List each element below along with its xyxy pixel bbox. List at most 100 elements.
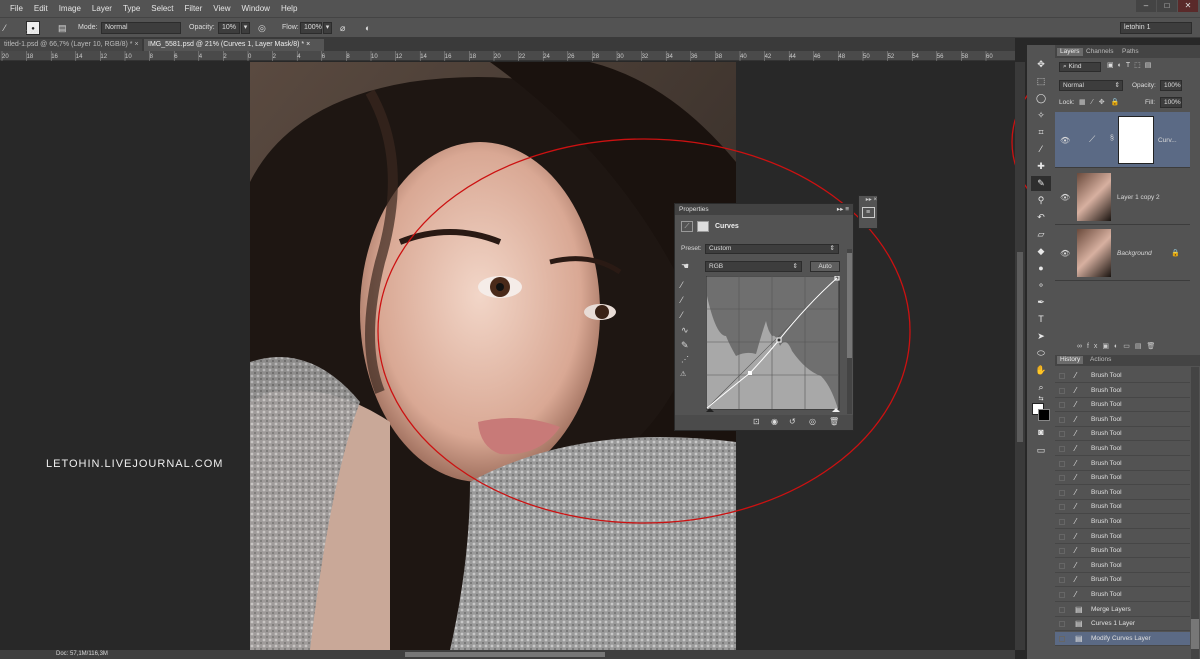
paint-bucket-icon[interactable]: ◆ [1031, 244, 1051, 259]
trash-icon[interactable]: 🗑 [829, 417, 839, 426]
menu-edit[interactable]: Edit [34, 4, 48, 13]
history-source-checkbox[interactable] [1059, 606, 1065, 613]
reset-icon[interactable]: ↺ [789, 417, 796, 426]
minimize-button[interactable]: – [1136, 0, 1156, 12]
history-item[interactable]: ⁄ Brush Tool [1055, 442, 1190, 456]
history-source-checkbox[interactable] [1059, 402, 1065, 409]
healing-brush-icon[interactable]: ✚ [1031, 159, 1051, 174]
history-item[interactable]: ⁄ Brush Tool [1055, 427, 1190, 442]
move-tool-icon[interactable]: ✥ [1031, 57, 1051, 72]
eye-icon[interactable]: 👁 [1060, 249, 1070, 258]
opacity-input[interactable]: 10% [218, 22, 240, 34]
history-item[interactable]: ⁄ Brush Tool [1055, 588, 1190, 602]
history-item[interactable]: ⁄ Brush Tool [1055, 369, 1190, 383]
history-item[interactable]: ⁄ Brush Tool [1055, 457, 1190, 471]
history-item[interactable]: ⁄ Brush Tool [1055, 398, 1190, 413]
history-source-checkbox[interactable] [1059, 621, 1065, 628]
opacity-dropdown[interactable]: ▾ [241, 22, 250, 34]
eyedropper-tool-icon[interactable]: ⁄ [1031, 142, 1051, 157]
history-item[interactable]: ▤ Curves 1 Layer [1055, 617, 1190, 632]
vertical-scrollbar[interactable] [1015, 62, 1025, 650]
clone-stamp-icon[interactable]: ⚲ [1031, 193, 1051, 208]
history-source-checkbox[interactable] [1059, 373, 1065, 379]
menu-layer[interactable]: Layer [92, 4, 112, 13]
history-item[interactable]: ⁄ Brush Tool [1055, 486, 1190, 500]
menu-select[interactable]: Select [151, 4, 173, 13]
tab-paths[interactable]: Paths [1119, 48, 1142, 56]
panel-menu-icon[interactable]: ▸▸ ≡ [837, 204, 849, 215]
smooth-curve-icon[interactable]: ⋰ [681, 355, 689, 364]
layer-background[interactable]: 👁 Background 🔒 [1055, 225, 1190, 281]
properties-scrollbar[interactable] [847, 249, 852, 414]
hand-tool-icon[interactable]: ✋ [1031, 363, 1051, 378]
pressure-size-icon[interactable]: ◐ [365, 22, 370, 34]
crop-tool-icon[interactable]: ⌗ [1031, 125, 1051, 140]
menu-type[interactable]: Type [123, 4, 140, 13]
layer-curves[interactable]: 👁 ⟋ § Curv... [1055, 112, 1190, 168]
history-source-checkbox[interactable] [1059, 592, 1065, 598]
view-previous-icon[interactable]: ◉ [771, 417, 778, 426]
history-source-checkbox[interactable] [1059, 446, 1065, 452]
preset-select[interactable]: Custom ⇕ [705, 244, 839, 254]
path-selection-icon[interactable]: ➤ [1031, 329, 1051, 344]
history-item[interactable]: ⁄ Brush Tool [1055, 559, 1190, 573]
history-source-checkbox[interactable] [1059, 475, 1065, 482]
history-item[interactable]: ⁄ Brush Tool [1055, 413, 1190, 427]
screen-mode-icon[interactable]: ▭ [1031, 443, 1051, 458]
history-item[interactable]: ⁄ Brush Tool [1055, 384, 1190, 398]
close-icon[interactable]: × [306, 41, 310, 48]
curves-graph[interactable] [706, 276, 840, 412]
properties-collapsed-dock[interactable]: ▸▸ × ≡ [858, 195, 878, 229]
history-source-checkbox[interactable] [1059, 548, 1065, 555]
pencil-draw-icon[interactable]: ✎ [681, 340, 689, 351]
brush-tool-icon[interactable]: ✎ [1031, 176, 1051, 191]
type-tool-icon[interactable]: T [1031, 312, 1051, 327]
history-item[interactable]: ⁄ Brush Tool [1055, 530, 1190, 544]
mode-select[interactable]: Normal [101, 22, 181, 34]
filter-icons[interactable]: ▣◐T⬚▤ [1107, 61, 1155, 69]
tab-actions[interactable]: Actions [1087, 356, 1114, 364]
eraser-tool-icon[interactable]: ▱ [1031, 227, 1051, 242]
gray-point-eyedropper-icon[interactable]: ⁄ [681, 295, 683, 305]
menu-filter[interactable]: Filter [185, 4, 203, 13]
history-source-checkbox[interactable] [1059, 519, 1065, 525]
history-item[interactable]: ▤ Merge Layers [1055, 603, 1190, 617]
history-source-checkbox[interactable] [1059, 504, 1065, 511]
maximize-button[interactable]: □ [1157, 0, 1177, 12]
white-point-eyedropper-icon[interactable]: ⁄ [681, 310, 683, 320]
layer-copy[interactable]: 👁 Layer 1 copy 2 [1055, 169, 1190, 225]
menu-image[interactable]: Image [59, 4, 81, 13]
layer-opacity-input[interactable]: 100% [1160, 80, 1182, 91]
history-source-checkbox[interactable] [1059, 387, 1065, 394]
doc-tab-1[interactable]: titled-1.psd @ 66,7% (Layer 10, RGB/8) *… [0, 39, 142, 51]
clipping-warning-icon[interactable]: ⚠ [680, 370, 686, 378]
close-icon[interactable]: × [134, 41, 138, 48]
quick-mask-icon[interactable]: ◙ [1031, 425, 1051, 440]
tab-history[interactable]: History [1057, 356, 1084, 364]
background-color[interactable] [1038, 409, 1050, 421]
lock-icons[interactable]: ▦⁄✥🔒 [1079, 98, 1125, 106]
workspace-select[interactable]: letohin 1 [1120, 22, 1192, 34]
history-scrollbar[interactable] [1191, 367, 1199, 659]
brush-panel-icon[interactable]: ▤ [58, 22, 67, 34]
fill-input[interactable]: 100% [1160, 97, 1182, 108]
dodge-tool-icon[interactable]: ⚬ [1031, 278, 1051, 293]
history-item[interactable]: ⁄ Brush Tool [1055, 573, 1190, 588]
marquee-tool-icon[interactable]: ⬚ [1031, 74, 1051, 89]
history-item[interactable]: ⁄ Brush Tool [1055, 471, 1190, 486]
history-source-checkbox[interactable] [1059, 635, 1065, 642]
lasso-tool-icon[interactable]: ◯ [1031, 91, 1051, 106]
history-source-checkbox[interactable] [1059, 460, 1065, 467]
eye-icon[interactable]: 👁 [1060, 193, 1070, 202]
history-item[interactable]: ⁄ Brush Tool [1055, 515, 1190, 529]
flow-input[interactable]: 100% [300, 22, 322, 34]
filter-kind-select[interactable]: ⌕ Kind [1059, 62, 1101, 72]
photo-portrait[interactable] [250, 62, 736, 650]
black-point-eyedropper-icon[interactable]: ⁄ [681, 280, 683, 290]
shape-tool-icon[interactable]: ⬭ [1031, 346, 1051, 361]
magic-wand-icon[interactable]: ✧ [1031, 108, 1051, 123]
pen-tool-icon[interactable]: ✒ [1031, 295, 1051, 310]
flow-dropdown[interactable]: ▾ [323, 22, 332, 34]
link-icon[interactable]: § [1110, 135, 1114, 142]
blend-mode-select[interactable]: Normal ⇕ [1059, 80, 1123, 91]
